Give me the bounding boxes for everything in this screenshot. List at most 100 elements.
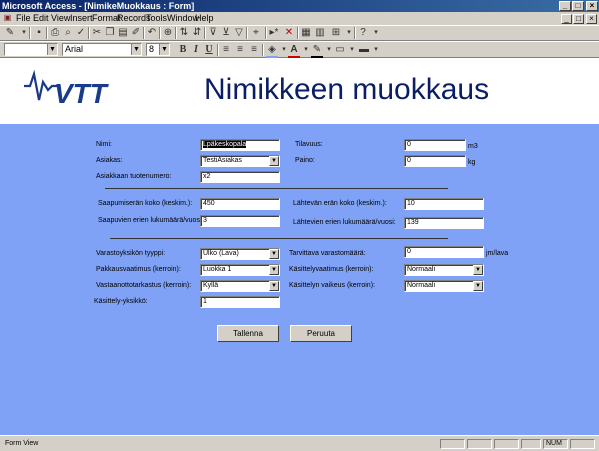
menu-insert[interactable]: Insert [70, 13, 93, 23]
align-left-icon[interactable]: ≡ [220, 44, 232, 56]
underline-button[interactable]: U [203, 44, 215, 56]
vastaanottotarkastus-combo[interactable]: Kyllä ▼ [200, 280, 280, 292]
asiakas-label: Asiakas: [96, 157, 123, 164]
mdi-close-button[interactable]: × [586, 14, 597, 24]
status-text: Form View [5, 440, 39, 447]
minimize-button[interactable]: _ [559, 1, 571, 11]
saapumiseran-koko-field[interactable]: 450 [200, 198, 280, 210]
database-window-icon[interactable]: ▥ [314, 27, 326, 39]
status-cell-1 [440, 439, 465, 449]
form-view-toolbar: ✎ ▾ ▪ ⎙ ⌕ ✓ ✂ ❐ ▤ ✐ ↶ ⊕ ⇅ ⇵ ⊽ ⊻ ▽ ⌖ ▸* ✕… [0, 25, 599, 41]
saapuvien-erien-lkm-label: Saapuvien erien lukumäärä/vuosi: [98, 217, 204, 224]
vastaanottotarkastus-label: Vastaanottotarkastus (kerroin): [96, 282, 192, 289]
save-button[interactable]: Tallenna [217, 325, 279, 342]
cut-icon[interactable]: ✂ [91, 27, 103, 39]
properties-icon[interactable]: ▦ [300, 27, 312, 39]
nimi-label: Nimi: [96, 141, 112, 148]
line-width-dropdown-icon[interactable]: ▾ [346, 44, 358, 56]
copy-icon[interactable]: ❐ [104, 27, 116, 39]
varastoyksikon-tyyppi-label: Varastoyksikön tyyppi: [96, 250, 166, 257]
menu-view[interactable]: View [51, 13, 70, 23]
insert-hyperlink-icon[interactable]: ⊕ [162, 27, 174, 39]
filter-by-selection-icon[interactable]: ⊽ [207, 27, 219, 39]
help-icon[interactable]: ? [357, 27, 369, 39]
apply-filter-icon[interactable]: ▽ [233, 27, 245, 39]
mdi-minimize-button[interactable]: _ [561, 14, 572, 24]
paino-unit: kg [468, 159, 476, 166]
kasittelyn-vaikeus-dropdown-icon[interactable]: ▼ [473, 281, 483, 291]
paste-icon[interactable]: ▤ [117, 27, 129, 39]
lahtevan-eran-koko-field[interactable]: 10 [404, 198, 484, 210]
filter-by-form-icon[interactable]: ⊻ [220, 27, 232, 39]
align-right-icon[interactable]: ≡ [248, 44, 260, 56]
tilavuus-label: Tilavuus: [295, 141, 323, 148]
font-color-icon[interactable]: A [288, 44, 300, 58]
svg-text:VTT: VTT [54, 78, 110, 106]
line-width-icon[interactable]: ▭ [334, 44, 346, 56]
asiakas-combo[interactable]: TestiAsiakas ▼ [200, 155, 280, 167]
undo-icon[interactable]: ↶ [146, 27, 158, 39]
menu-file[interactable]: File [16, 13, 31, 23]
format-painter-icon[interactable]: ✐ [130, 27, 142, 39]
new-record-icon[interactable]: ▸* [268, 27, 280, 39]
font-size-combo[interactable]: 8 ▼ [146, 43, 170, 56]
varastoyksikon-tyyppi-dropdown-icon[interactable]: ▼ [269, 249, 279, 259]
new-object-icon[interactable]: ⊞ [330, 27, 342, 39]
section-divider-2 [110, 238, 448, 239]
find-icon[interactable]: ⌖ [250, 27, 262, 39]
print-icon[interactable]: ⎙ [49, 27, 61, 39]
saapuvien-erien-lkm-field[interactable]: 3 [200, 215, 280, 227]
help-dropdown-icon[interactable]: ▾ [370, 27, 382, 39]
tarvittava-varastomaara-field[interactable]: 0 [404, 246, 484, 258]
print-preview-icon[interactable]: ⌕ [62, 27, 74, 39]
spelling-icon[interactable]: ✓ [75, 27, 87, 39]
fill-color-icon[interactable]: ◈ [266, 44, 278, 58]
lahtevien-erien-lkm-field[interactable]: 139 [404, 217, 484, 229]
asiakas-dropdown-icon[interactable]: ▼ [269, 156, 279, 166]
saapumiseran-koko-label: Saapumiserän koko (keskim.): [98, 200, 193, 207]
object-combo[interactable]: ▼ [4, 43, 58, 56]
nimi-field[interactable]: Lpäkeskopala [200, 139, 280, 151]
varastoyksikon-tyyppi-combo[interactable]: Ulko (Lava) ▼ [200, 248, 280, 260]
cancel-button[interactable]: Peruuta [290, 325, 352, 342]
close-button[interactable]: × [586, 1, 598, 11]
save-icon[interactable]: ▪ [33, 27, 45, 39]
maximize-button[interactable]: □ [572, 1, 584, 11]
kasittelyn-vaikeus-label: Käsittelyn vaikeus (kerroin): [289, 282, 375, 289]
formatting-toolbar: ▼ Arial ▼ 8 ▼ B I U ≡ ≡ ≡ ◈ ▾ A ▾ ✎ ▾ ▭ ▾ … [0, 41, 599, 58]
kasittelyn-vaikeus-combo[interactable]: Normaali ▼ [404, 280, 484, 292]
asiakkaan-tuotenumero-field[interactable]: x2 [200, 171, 280, 183]
access-form-icon[interactable]: ▣ [2, 12, 13, 23]
sort-ascending-icon[interactable]: ⇅ [178, 27, 190, 39]
view-icon[interactable]: ✎ [4, 27, 16, 39]
pakkausvaatimus-label: Pakkausvaatimus (kerroin): [96, 266, 181, 273]
kasittelyvaatimus-combo[interactable]: Normaali ▼ [404, 264, 484, 276]
menu-tools[interactable]: Tools [146, 13, 167, 23]
paino-field[interactable]: 0 [404, 155, 466, 167]
status-cell-2 [467, 439, 492, 449]
pakkausvaatimus-combo[interactable]: Luokka 1 ▼ [200, 264, 280, 276]
tilavuus-field[interactable]: 0 [404, 139, 466, 151]
vastaanottotarkastus-dropdown-icon[interactable]: ▼ [269, 281, 279, 291]
align-center-icon[interactable]: ≡ [234, 44, 246, 56]
pakkausvaatimus-dropdown-icon[interactable]: ▼ [269, 265, 279, 275]
bold-button[interactable]: B [177, 44, 189, 56]
asiakkaan-tuotenumero-label: Asiakkaan tuotenumero: [96, 173, 172, 180]
kasittely-yksikko-field[interactable]: 1 [200, 296, 280, 308]
kasittelyvaatimus-dropdown-icon[interactable]: ▼ [473, 265, 483, 275]
font-name-combo[interactable]: Arial ▼ [62, 43, 142, 56]
menu-help[interactable]: Help [195, 13, 214, 23]
sort-descending-icon[interactable]: ⇵ [191, 27, 203, 39]
special-effect-dropdown-icon[interactable]: ▾ [370, 44, 382, 56]
status-cell-4 [521, 439, 541, 449]
delete-record-icon[interactable]: ✕ [283, 27, 295, 39]
status-cell-3 [494, 439, 519, 449]
tarvittava-varastomaara-label: Tarvittava varastomäärä: [289, 250, 366, 257]
special-effect-icon[interactable]: ▬ [358, 44, 370, 56]
italic-button[interactable]: I [190, 44, 202, 56]
menu-edit[interactable]: Edit [33, 13, 49, 23]
title-bar[interactable]: Microsoft Access - [NimikeMuokkaus : For… [0, 0, 599, 12]
vtt-logo: VTT [24, 70, 110, 106]
mdi-restore-button[interactable]: □ [573, 14, 584, 24]
line-color-icon[interactable]: ✎ [311, 44, 323, 58]
